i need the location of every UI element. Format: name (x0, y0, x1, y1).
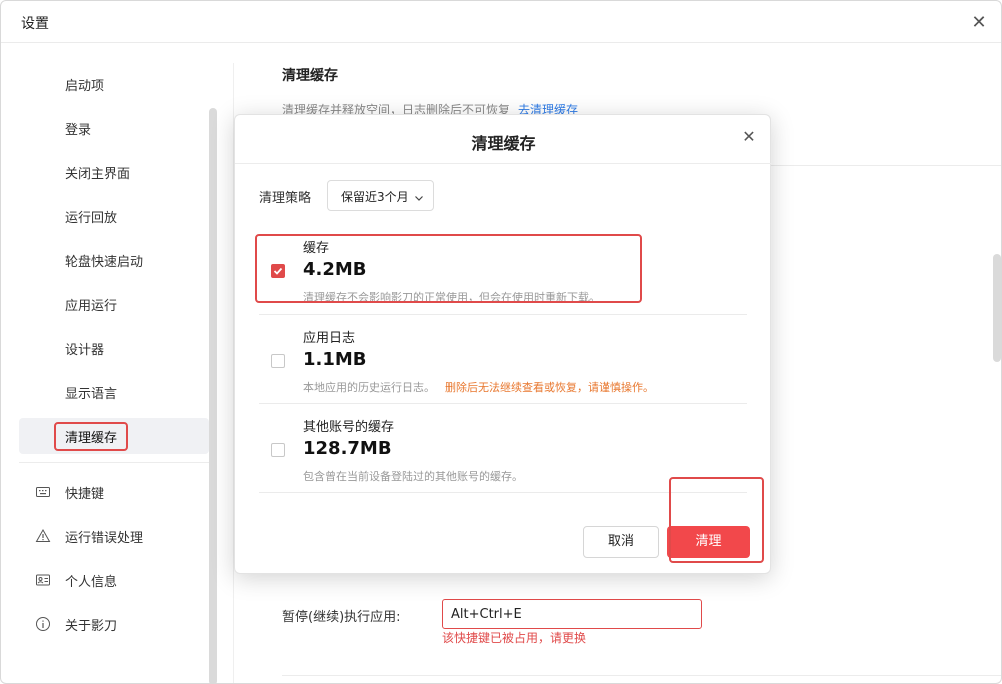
other-accounts-item-size: 128.7MB (303, 438, 392, 459)
window-title: 设置 (21, 16, 49, 32)
other-accounts-checkbox[interactable] (271, 443, 285, 457)
sidebar-item-label: 运行回放 (65, 211, 118, 226)
other-accounts-item-name: 其他账号的缓存 (303, 420, 395, 435)
sidebar-item-label: 快捷键 (65, 487, 105, 502)
dialog-header-divider (235, 163, 772, 164)
app-log-item-desc: 本地应用的历史运行日志。 删除后无法继续查看或恢复，请谨慎操作。 (303, 379, 654, 395)
sidebar-item-label: 启动项 (65, 79, 105, 94)
app-log-desc-text: 本地应用的历史运行日志。 (303, 381, 435, 394)
highlight-box-cache (255, 234, 642, 303)
sidebar-item-designer[interactable]: 设计器 (19, 330, 209, 366)
shortcut-label: 暂停(继续)执行应用: (282, 610, 401, 625)
sidebar: 启动项 登录 关闭主界面 运行回放 轮盘快速启动 应用运行 设计器 显示语言 清… (1, 44, 233, 683)
other-accounts-item-desc: 包含曾在当前设备登陆过的其他账号的缓存。 (303, 470, 523, 483)
sidebar-item-startup[interactable]: 启动项 (19, 66, 209, 102)
sidebar-item-language[interactable]: 显示语言 (19, 374, 209, 410)
dialog-close-icon[interactable]: ✕ (738, 126, 760, 148)
item-divider (259, 314, 747, 315)
main-scrollbar[interactable] (993, 254, 1001, 362)
app-log-item-size: 1.1MB (303, 349, 367, 370)
app-log-checkbox[interactable] (271, 354, 285, 368)
chevron-down-icon (413, 189, 425, 201)
settings-window: 设置 ✕ 启动项 登录 关闭主界面 运行回放 轮盘快速启动 应用运行 设计器 显… (0, 0, 1002, 684)
app-log-item: 应用日志 1.1MB 本地应用的历史运行日志。 删除后无法继续查看或恢复，请谨慎操… (259, 325, 747, 395)
app-log-item-name: 应用日志 (303, 331, 356, 346)
item-divider (259, 403, 747, 404)
sidebar-item-shortcuts[interactable]: 快捷键 (19, 474, 209, 510)
strategy-label: 清理策略 (259, 191, 312, 206)
id-card-icon (35, 572, 51, 588)
app-log-warning-text: 删除后无法继续查看或恢复，请谨慎操作。 (445, 381, 654, 394)
sidebar-item-label: 运行错误处理 (65, 531, 144, 546)
window-close-icon[interactable]: ✕ (967, 11, 991, 35)
strategy-select[interactable]: 保留近3个月 (327, 180, 434, 211)
sidebar-divider (19, 462, 211, 463)
sidebar-item-about[interactable]: 关于影刀 (19, 606, 209, 642)
highlight-box-clear-button (669, 477, 764, 563)
content-divider (282, 675, 1001, 676)
title-bar: 设置 ✕ (1, 1, 1001, 43)
sidebar-item-label: 登录 (65, 123, 92, 138)
other-accounts-item: 其他账号的缓存 128.7MB 包含曾在当前设备登陆过的其他账号的缓存。 (259, 414, 747, 484)
shortcut-error-text: 该快捷键已被占用，请更换 (442, 631, 587, 645)
info-icon (35, 616, 51, 632)
clear-cache-dialog: 清理缓存 ✕ 清理策略 保留近3个月 缓存 4.2MB 清理缓存不会影响影刀的正… (234, 114, 772, 574)
dialog-title: 清理缓存 (471, 134, 536, 153)
sidebar-item-profile[interactable]: 个人信息 (19, 562, 209, 598)
sidebar-item-label: 关闭主界面 (65, 167, 131, 182)
warning-icon (35, 528, 51, 544)
sidebar-item-error-handling[interactable]: 运行错误处理 (19, 518, 209, 554)
keyboard-icon (35, 484, 51, 500)
sidebar-item-app-run[interactable]: 应用运行 (19, 286, 209, 322)
highlight-box-nav (54, 422, 128, 451)
sidebar-item-label: 显示语言 (65, 387, 118, 402)
strategy-value: 保留近3个月 (341, 190, 409, 204)
sidebar-item-label: 关于影刀 (65, 619, 118, 634)
sidebar-item-wheel-launch[interactable]: 轮盘快速启动 (19, 242, 209, 278)
section-title: 清理缓存 (282, 68, 338, 84)
sidebar-item-label: 轮盘快速启动 (65, 255, 144, 270)
shortcut-input[interactable] (442, 599, 702, 629)
cancel-button[interactable]: 取消 (583, 526, 659, 558)
sidebar-item-replay[interactable]: 运行回放 (19, 198, 209, 234)
shortcut-row: 暂停(继续)执行应用: (282, 599, 722, 629)
sidebar-item-login[interactable]: 登录 (19, 110, 209, 146)
sidebar-item-label: 设计器 (65, 343, 105, 358)
sidebar-item-label: 个人信息 (65, 575, 118, 590)
sidebar-item-label: 应用运行 (65, 299, 118, 314)
sidebar-item-close-main[interactable]: 关闭主界面 (19, 154, 209, 190)
sidebar-scrollbar[interactable] (209, 108, 217, 683)
